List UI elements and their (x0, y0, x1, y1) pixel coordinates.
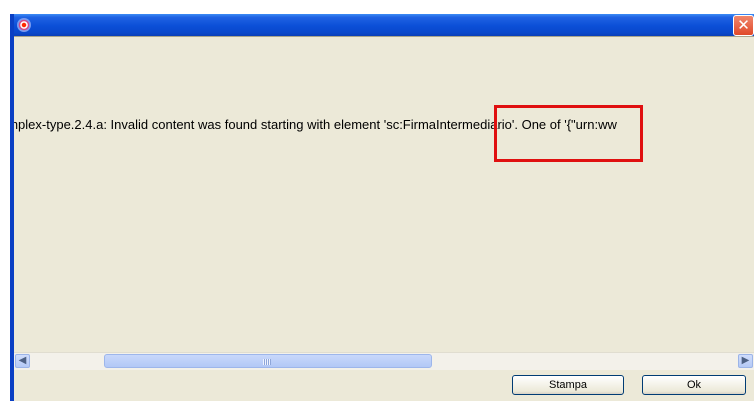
error-dialog: ✕ omplex-type.2.4.a: Invalid content was… (10, 14, 754, 401)
grip-icon (263, 359, 271, 365)
scroll-right-button[interactable]: ▶ (738, 354, 753, 368)
message-area: omplex-type.2.4.a: Invalid content was f… (14, 36, 754, 353)
app-icon (17, 18, 31, 32)
arrow-right-icon: ▶ (741, 355, 750, 366)
stampa-button[interactable]: Stampa (512, 375, 624, 395)
horizontal-scrollbar[interactable]: ◀ ▶ (14, 352, 754, 370)
ok-button[interactable]: Ok (642, 375, 746, 395)
dialog-titlebar[interactable]: ✕ (14, 14, 754, 36)
red-highlight-box (494, 105, 643, 162)
close-button[interactable]: ✕ (733, 15, 754, 36)
scrollbar-thumb[interactable] (104, 354, 432, 368)
close-icon: ✕ (737, 16, 750, 34)
scroll-left-button[interactable]: ◀ (15, 354, 30, 368)
arrow-left-icon: ◀ (18, 355, 27, 366)
